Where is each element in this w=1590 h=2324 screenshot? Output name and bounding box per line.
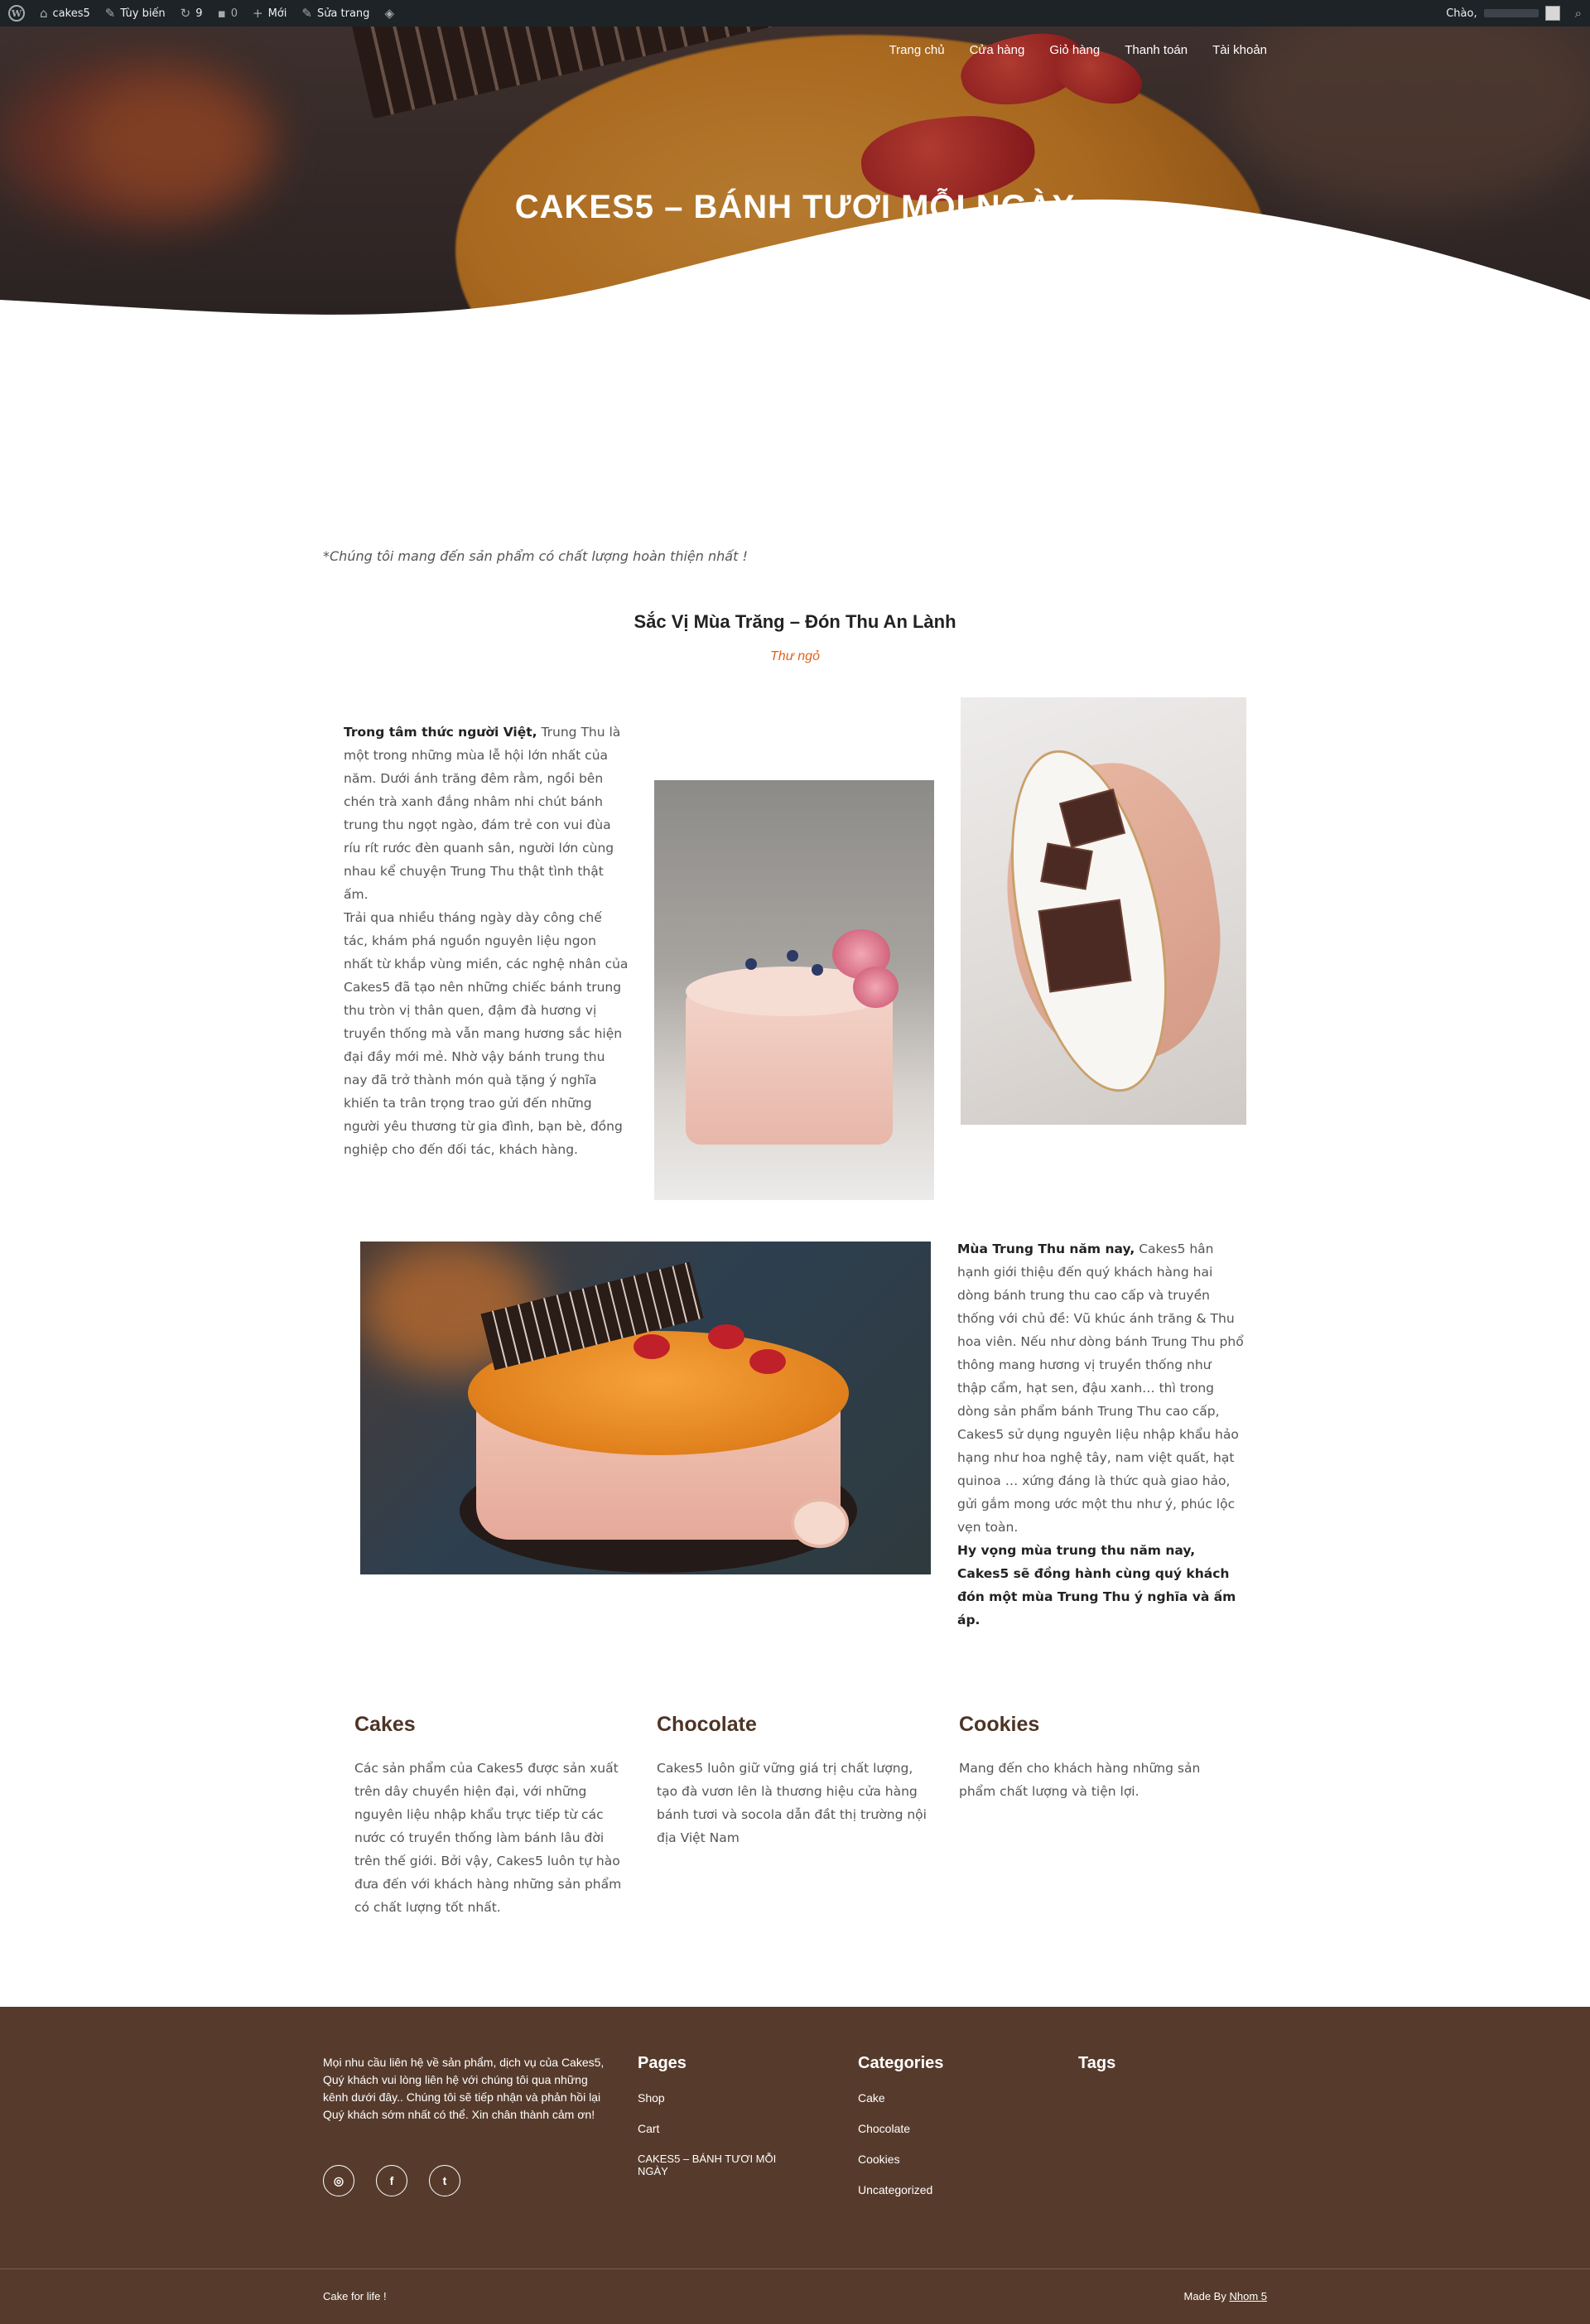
feature-text: Mang đến cho khách hàng những sản phẩm c… — [959, 1761, 1201, 1799]
intro-paragraph-text: Trung Thu là một trong những mùa lễ hội … — [344, 725, 621, 902]
main-nav: Trang chủ Cửa hàng Giỏ hàng Thanh toán T… — [889, 43, 1267, 57]
strawberry-decoration — [708, 1324, 744, 1349]
blueberry-decoration — [745, 958, 757, 970]
chocolate-hand-photo — [961, 697, 1246, 1125]
admin-customize-label: Tùy biến — [120, 7, 166, 20]
footer-link-shop[interactable]: Shop — [638, 2091, 803, 2105]
footer-category-cookies[interactable]: Cookies — [858, 2153, 1024, 2167]
admin-greeting: Chào, — [1446, 7, 1477, 20]
admin-account-menu[interactable]: Chào, — [1446, 6, 1560, 21]
chocolate-piece — [1040, 842, 1093, 890]
facebook-icon[interactable]: f — [376, 2165, 407, 2196]
footer-categories-title: Categories — [858, 2054, 944, 2072]
cream-roll-decoration — [791, 1498, 849, 1548]
footer-category-uncategorized[interactable]: Uncategorized — [858, 2183, 1024, 2197]
brush-icon: ✎ — [104, 5, 116, 21]
footer-category-cake[interactable]: Cake — [858, 2091, 1024, 2105]
avatar — [1544, 6, 1560, 21]
nav-item-home[interactable]: Trang chủ — [889, 43, 945, 57]
mid-autumn-paragraph-text: Cakes5 hân hạnh giới thiệu đến quý khách… — [957, 1242, 1244, 1535]
admin-new-link[interactable]: + Mới — [253, 7, 287, 20]
footer-pages-widget: Pages Shop Cart CAKES5 – BÁNH TƯƠI MỖI N… — [638, 2054, 803, 2194]
admin-bar: W ⌂ cakes5 ✎ Tùy biến ↻ 9 ▪ 0 + Mới ✎ Sử… — [0, 0, 1590, 27]
hero-wave-divider — [0, 199, 1590, 333]
chocolate-piece — [1038, 899, 1132, 993]
feature-text: Cakes5 luôn giữ vững giá trị chất lượng,… — [657, 1761, 927, 1845]
footer-tags-widget: Tags — [1078, 2054, 1244, 2091]
admin-bar-right: Chào, ⌕ — [1446, 6, 1582, 21]
blueberry-decoration — [787, 950, 798, 962]
feature-title: Chocolate — [657, 1713, 757, 1736]
hero-banner: Trang chủ Cửa hàng Giỏ hàng Thanh toán T… — [0, 27, 1590, 333]
admin-edit-page-label: Sửa trang — [316, 7, 370, 20]
instagram-icon[interactable]: ◎ — [323, 2165, 354, 2196]
feature-title: Cakes — [354, 1713, 416, 1736]
comments-icon: ▪ — [217, 5, 226, 21]
search-icon[interactable]: ⌕ — [1575, 6, 1582, 21]
footer-tagline: Cake for life ! — [323, 2290, 387, 2302]
feature-text: Các sản phẩm của Cakes5 được sản xuất tr… — [354, 1761, 622, 1915]
footer-credit-prefix: Made By — [1183, 2290, 1230, 2302]
mid-autumn-paragraph: Mùa Trung Thu năm nay, Cakes5 hân hạnh g… — [957, 1237, 1244, 1632]
intro-paragraph-lead: Trong tâm thức người Việt, — [344, 725, 537, 740]
pencil-icon: ✎ — [301, 5, 312, 21]
intro-paragraph-text-2: Trải qua nhiều tháng ngày dày công chế t… — [344, 910, 629, 1157]
strawberry-decoration — [634, 1334, 670, 1359]
admin-diamond-link[interactable]: ◈ — [384, 7, 394, 20]
footer-link-home[interactable]: CAKES5 – BÁNH TƯƠI MỖI NGÀY — [638, 2153, 803, 2177]
flower-decoration — [853, 967, 899, 1008]
feature-chocolate: Chocolate Cakes5 luôn giữ vững giá trị c… — [657, 1713, 930, 1849]
footer-category-chocolate[interactable]: Chocolate — [858, 2122, 1024, 2136]
intro-paragraph: Trong tâm thức người Việt, Trung Thu là … — [344, 721, 629, 1161]
intro-note: *Chúng tôi mang đến sản phẩm có chất lượ… — [323, 548, 748, 564]
diamond-icon: ◈ — [384, 5, 394, 21]
strawberry-decoration — [749, 1349, 786, 1374]
footer-tags-title: Tags — [1078, 2054, 1116, 2072]
admin-updates-count: 9 — [195, 7, 203, 20]
footer-credit: Made By Nhom 5 — [1184, 2290, 1267, 2302]
admin-site-name: cakes5 — [52, 7, 90, 20]
wordpress-icon[interactable]: W — [8, 5, 25, 22]
admin-comments-count: 0 — [230, 7, 238, 20]
feature-title: Cookies — [959, 1713, 1040, 1736]
footer-categories-widget: Categories Cake Chocolate Cookies Uncate… — [858, 2054, 1024, 2214]
orange-cake-photo — [360, 1242, 931, 1574]
admin-site-link[interactable]: ⌂ cakes5 — [40, 7, 90, 20]
pink-cake-photo — [654, 780, 934, 1200]
admin-username-redacted — [1483, 9, 1539, 17]
feature-cookies: Cookies Mang đến cho khách hàng những sả… — [959, 1713, 1232, 1803]
mid-autumn-paragraph-closing: Hy vọng mùa trung thu năm nay, Cakes5 sẽ… — [957, 1543, 1236, 1627]
admin-new-label: Mới — [267, 7, 287, 20]
social-links: ◎ f t — [323, 2165, 460, 2196]
footer-link-cart[interactable]: Cart — [638, 2122, 803, 2136]
nav-item-cart[interactable]: Giỏ hàng — [1049, 43, 1100, 57]
mid-autumn-paragraph-lead: Mùa Trung Thu năm nay, — [957, 1242, 1135, 1256]
admin-comments-link[interactable]: ▪ 0 — [218, 7, 238, 20]
updates-icon: ↻ — [180, 5, 191, 21]
nav-item-shop[interactable]: Cửa hàng — [970, 43, 1025, 57]
feature-cakes: Cakes Các sản phẩm của Cakes5 được sản x… — [354, 1713, 628, 1919]
admin-updates-link[interactable]: ↻ 9 — [181, 7, 203, 20]
footer-pages-title: Pages — [638, 2054, 687, 2072]
admin-edit-page-link[interactable]: ✎ Sửa trang — [301, 7, 369, 20]
page-title: CAKES5 – BÁNH TƯƠI MỖI NGÀY — [514, 189, 1076, 225]
site-footer: Mọi nhu cầu liên hệ về sản phẩm, dịch vụ… — [0, 2007, 1590, 2324]
section-subtitle: Thư ngỏ — [770, 649, 820, 663]
admin-customize-link[interactable]: ✎ Tùy biến — [105, 7, 166, 20]
section-title: Sắc Vị Mùa Trăng – Đón Thu An Lành — [634, 611, 956, 632]
nav-item-checkout[interactable]: Thanh toán — [1125, 43, 1188, 57]
blueberry-decoration — [812, 964, 823, 976]
footer-about-text: Mọi nhu cầu liên hệ về sản phẩm, dịch vụ… — [323, 2056, 605, 2121]
plus-icon: + — [252, 5, 263, 21]
footer-credit-link[interactable]: Nhom 5 — [1229, 2290, 1267, 2302]
home-icon: ⌂ — [40, 5, 48, 21]
admin-bar-left: W ⌂ cakes5 ✎ Tùy biến ↻ 9 ▪ 0 + Mới ✎ Sử… — [8, 5, 394, 22]
twitter-icon[interactable]: t — [429, 2165, 460, 2196]
nav-item-account[interactable]: Tài khoản — [1212, 43, 1267, 57]
